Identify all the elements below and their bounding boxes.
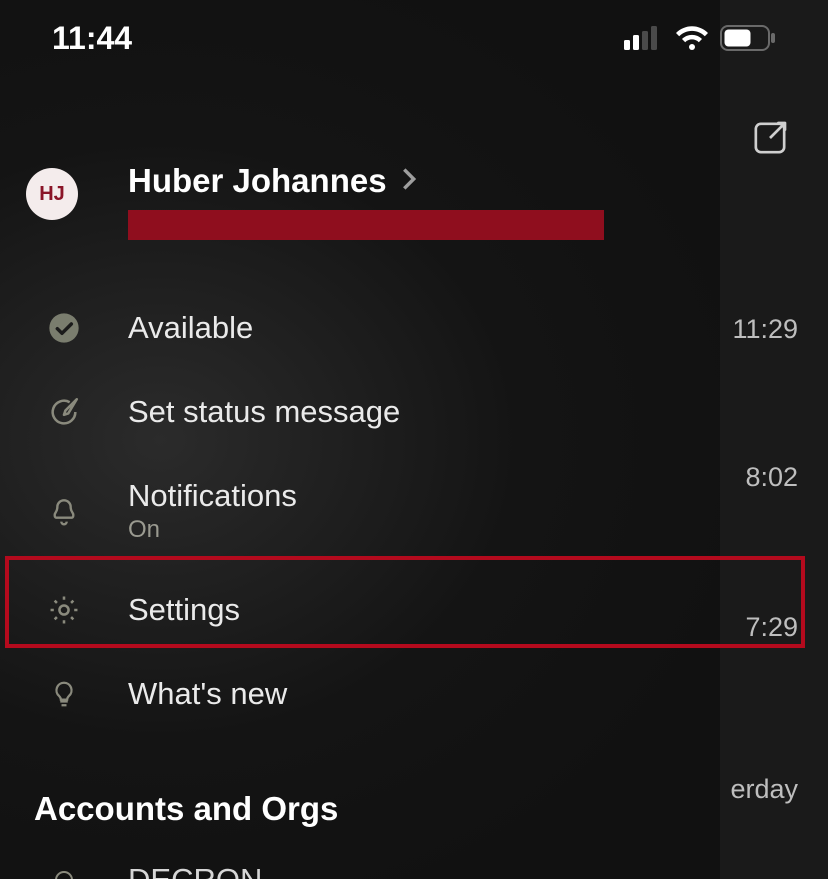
lightbulb-icon (44, 676, 84, 712)
menu-item-notifications[interactable]: Notifications On (0, 454, 720, 568)
chevron-right-icon (401, 168, 417, 195)
redacted-email (128, 210, 604, 240)
avatar-initials: HJ (39, 183, 65, 206)
menu-sublabel: On (128, 516, 297, 544)
wifi-icon (674, 25, 710, 51)
profile-header[interactable]: HJ Huber Johannes (0, 162, 720, 276)
menu-label: Notifications (128, 478, 297, 514)
chat-time: 7:29 (745, 612, 798, 643)
menu-label: Settings (128, 592, 240, 628)
account-drawer: HJ Huber Johannes Available (0, 0, 720, 879)
chat-list-background: 11:29 8:02 7:29 erday (708, 0, 828, 879)
compose-button[interactable] (750, 118, 790, 163)
menu-label: Set status message (128, 394, 400, 430)
org-name: DECRON (128, 862, 262, 879)
chat-time: 8:02 (745, 462, 798, 493)
drawer-menu: Available Set status message (0, 276, 720, 746)
battery-icon (720, 25, 776, 51)
menu-item-available[interactable]: Available (0, 286, 720, 370)
menu-label: What's new (128, 676, 287, 712)
chat-time: erday (730, 774, 798, 805)
signal-icon (624, 26, 664, 50)
org-bullet-icon (44, 870, 84, 879)
menu-label: Available (128, 310, 253, 346)
gear-icon (44, 593, 84, 627)
presence-available-icon (44, 312, 84, 344)
profile-name: Huber Johannes (128, 162, 387, 200)
bell-icon (44, 494, 84, 528)
menu-item-whats-new[interactable]: What's new (0, 652, 720, 736)
menu-item-set-status[interactable]: Set status message (0, 370, 720, 454)
avatar: HJ (26, 168, 78, 220)
status-bar: 11:44 (0, 0, 828, 76)
chat-time: 11:29 (732, 314, 798, 345)
org-item[interactable]: DECRON (0, 846, 720, 879)
edit-status-icon (44, 395, 84, 429)
menu-item-settings[interactable]: Settings (0, 568, 720, 652)
section-accounts-title: Accounts and Orgs (0, 746, 720, 846)
status-time: 11:44 (52, 20, 132, 57)
